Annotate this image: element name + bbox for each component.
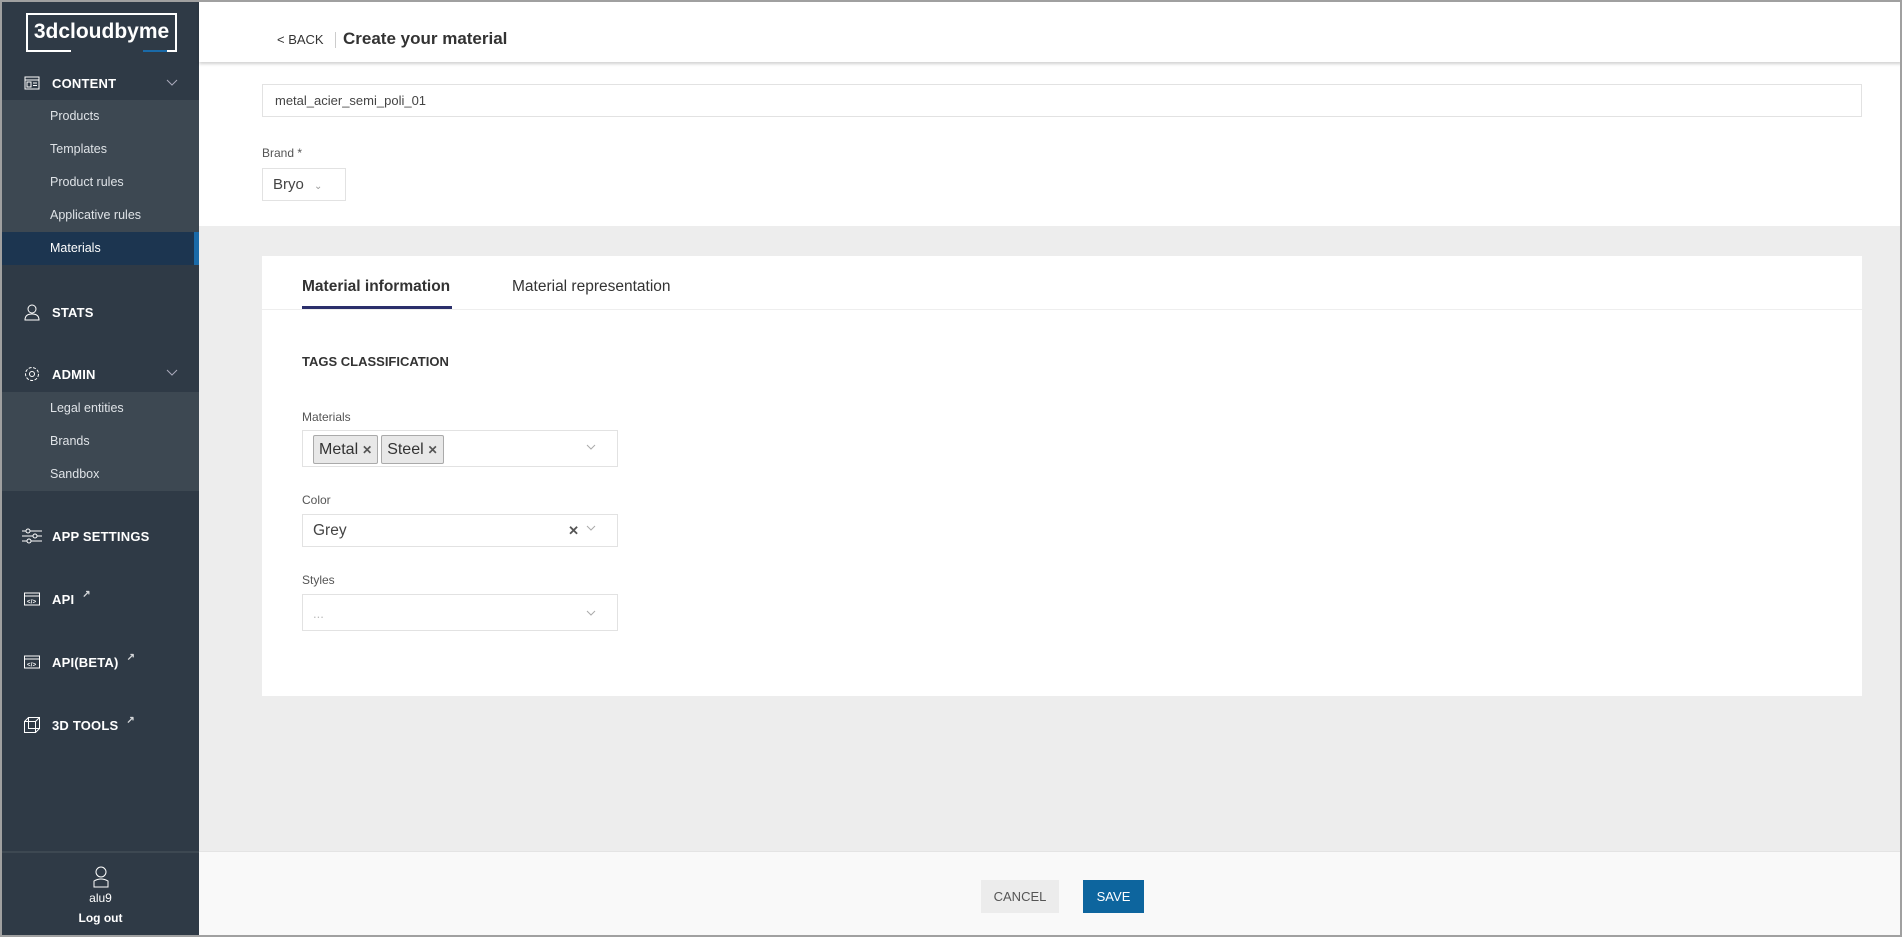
sidebar-item-materials[interactable]: Materials [2,232,199,265]
code-window-icon: </> [22,652,42,672]
username: alu9 [89,891,112,905]
tag-label: Steel [387,440,424,458]
sidebar-section-label: ADMIN [52,366,96,382]
chevron-down-icon[interactable] [585,597,597,634]
brand-label: Brand * [262,146,303,160]
save-button[interactable]: SAVE [1083,880,1144,913]
external-link-icon: ↗ [82,588,91,600]
tag-chip-steel: Steel ✕ [381,435,444,464]
styles-placeholder: ... [313,606,324,621]
admin-submenu: Legal entities Brands Sandbox [2,392,199,491]
external-link-icon: ↗ [126,714,135,726]
logout-link[interactable]: Log out [2,911,199,925]
user-panel: alu9 Log out [2,851,199,925]
chevron-down-icon [165,75,179,92]
remove-tag-icon[interactable]: ✕ [362,443,372,457]
content-icon [22,73,42,93]
material-card: Material information Material representa… [262,256,1862,696]
svg-text:</>: </> [27,600,37,606]
clear-icon[interactable]: ✕ [568,515,579,546]
page-title: Create your material [343,29,508,48]
sidebar-item-legal-entities[interactable]: Legal entities [2,392,199,425]
divider [335,32,336,48]
color-select[interactable]: Grey ✕ [302,514,618,547]
tab-divider [262,309,1862,310]
cube-icon [22,715,42,735]
svg-text:</>: </> [27,663,37,669]
chevron-down-icon[interactable] [585,442,597,455]
sidebar-item-applicative-rules[interactable]: Applicative rules [2,199,199,232]
sidebar: 3dcloudbyme CONTENT Products Templates P… [2,2,199,935]
sidebar-item-product-rules[interactable]: Product rules [2,166,199,199]
sidebar-link-api[interactable]: </> API ↗ [2,581,199,617]
material-name-input[interactable]: metal_acier_semi_poli_01 [262,84,1862,117]
sidebar-item-templates[interactable]: Templates [2,133,199,166]
logo[interactable]: 3dcloudbyme [26,13,177,52]
materials-multiselect[interactable]: Metal ✕ Steel ✕ [302,430,618,467]
sidebar-section-admin[interactable]: ADMIN [2,356,199,392]
chevron-down-icon: ⌄ [314,181,323,192]
form-footer: CANCEL SAVE [199,851,1900,935]
remove-tag-icon[interactable]: ✕ [428,443,438,457]
section-heading: TAGS CLASSIFICATION [302,354,449,369]
sidebar-section-stats[interactable]: STATS [2,294,199,330]
styles-select[interactable]: ... [302,594,618,631]
avatar-icon [2,865,199,889]
content-submenu: Products Templates Product rules Applica… [2,100,199,265]
sidebar-section-label: STATS [52,304,94,320]
gear-icon [22,364,42,384]
sidebar-section-label: API [52,591,75,607]
sidebar-link-api-beta[interactable]: </> API(BETA) ↗ [2,644,199,680]
tag-label: Metal [319,440,359,458]
chevron-down-icon [165,365,179,382]
brand-select[interactable]: Bryo ⌄ [262,168,346,201]
material-basics: metal_acier_semi_poli_01 Brand * Bryo ⌄ [199,62,1900,226]
sidebar-section-content[interactable]: CONTENT [2,66,199,100]
sidebar-section-label: APP SETTINGS [52,528,150,544]
sidebar-link-3d-tools[interactable]: 3D TOOLS ↗ [2,707,199,743]
tag-chip-metal: Metal ✕ [313,435,379,464]
sidebar-section-label: API(BETA) [52,654,119,670]
sidebar-item-sandbox[interactable]: Sandbox [2,458,199,491]
sliders-icon [22,526,42,546]
styles-label: Styles [302,573,335,587]
code-window-icon: </> [22,589,42,609]
sidebar-section-app-settings[interactable]: APP SETTINGS [2,518,199,554]
tab-material-information[interactable]: Material information [302,278,450,296]
brand-value: Bryo [273,176,304,193]
chevron-down-icon[interactable] [585,515,597,546]
color-label: Color [302,493,331,507]
external-link-icon: ↗ [126,651,136,663]
sidebar-item-products[interactable]: Products [2,100,199,133]
sidebar-section-label: CONTENT [52,75,117,91]
user-icon [22,302,42,322]
page-header: < BACK Create your material [199,2,1900,62]
materials-label: Materials [302,410,351,424]
color-value: Grey [313,522,347,539]
cancel-button[interactable]: CANCEL [981,880,1059,913]
sidebar-item-brands[interactable]: Brands [2,425,199,458]
sidebar-section-label: 3D TOOLS [52,717,119,733]
tab-material-representation[interactable]: Material representation [512,278,671,296]
back-link[interactable]: < BACK [277,32,324,47]
